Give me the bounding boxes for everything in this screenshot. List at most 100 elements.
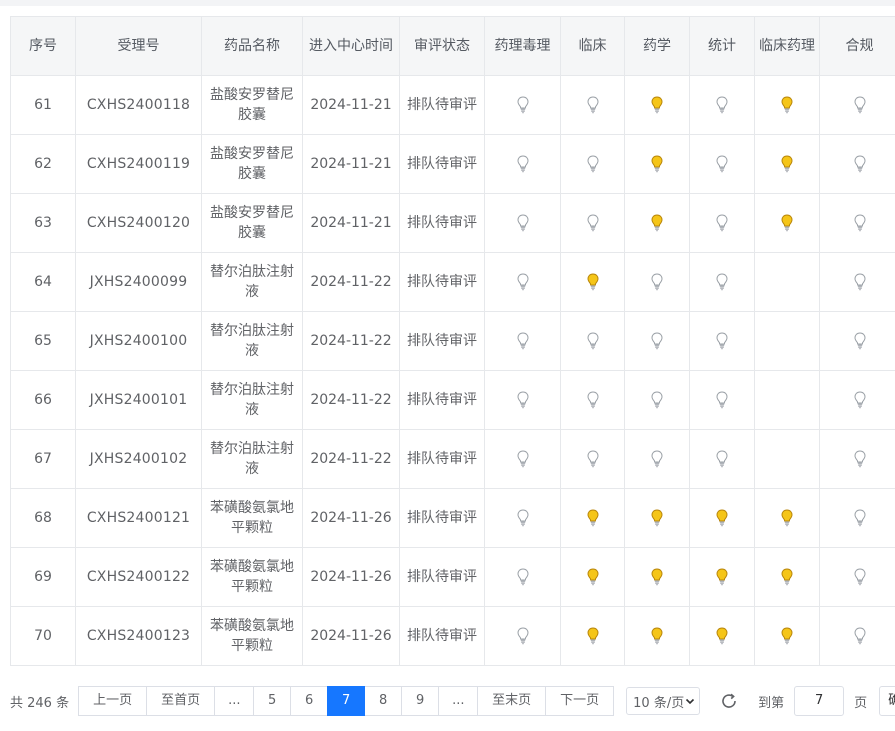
page-unit-label: 页 — [854, 695, 868, 711]
page-button-5[interactable]: 5 — [253, 686, 292, 716]
discipline-status-cell — [624, 429, 690, 489]
page-size-select[interactable]: 10 条/页 — [626, 687, 701, 715]
discipline-status-cell — [754, 252, 820, 312]
table-body: 61 CXHS2400118 盐酸安罗替尼胶囊 2024-11-21 排队待审评 62 CX… — [10, 75, 895, 666]
discipline-status-cell — [560, 134, 625, 194]
lightbulb-off-icon — [853, 214, 866, 232]
discipline-status-cell — [484, 606, 561, 666]
discipline-status-cell — [689, 429, 755, 489]
lightbulb-off-icon — [853, 509, 866, 527]
review-table: 序号 受理号 药品名称 进入中心时间 审评状态 药理毒理 临床 药学 统计 临床药理 合规 61 CX… — [10, 16, 895, 666]
discipline-status-cell — [624, 547, 690, 607]
drug-name-cell: 苯磺酸氨氯地平颗粒 — [201, 547, 303, 607]
lightbulb-off-icon — [716, 273, 728, 291]
prev-page-button[interactable]: 上一页 — [78, 686, 148, 716]
discipline-status-cell — [754, 193, 820, 253]
page-button-9[interactable]: 9 — [401, 686, 440, 716]
table-header-row: 序号 受理号 药品名称 进入中心时间 审评状态 药理毒理 临床 药学 统计 临床药理 合规 — [10, 16, 895, 76]
last-page-button[interactable]: 至末页 — [477, 686, 547, 716]
review-status-cell: 排队待审评 — [399, 488, 485, 548]
goto-page-input[interactable]: 7 — [794, 686, 845, 716]
drug-name-cell: 苯磺酸氨氯地平颗粒 — [201, 606, 303, 666]
review-status-cell: 排队待审评 — [399, 429, 485, 489]
discipline-status-cell — [560, 193, 625, 253]
column-header: 序号 — [10, 16, 76, 76]
first-page-button[interactable]: 至首页 — [146, 686, 216, 716]
entry-date-cell: 2024-11-22 — [302, 252, 400, 312]
discipline-status-cell — [689, 252, 755, 312]
page-button-7[interactable]: 7 — [327, 686, 366, 716]
discipline-status-cell — [819, 370, 895, 430]
lightbulb-off-icon — [516, 273, 529, 291]
discipline-status-cell — [689, 311, 755, 371]
lightbulb-on-icon — [651, 509, 663, 527]
row-number-cell: 61 — [10, 75, 76, 135]
lightbulb-on-icon — [586, 273, 599, 291]
discipline-status-cell — [819, 134, 895, 194]
page-button-8[interactable]: 8 — [364, 686, 403, 716]
lightbulb-off-icon — [516, 627, 529, 645]
discipline-status-cell — [484, 134, 561, 194]
discipline-status-cell — [624, 193, 690, 253]
discipline-status-cell — [484, 547, 561, 607]
discipline-status-cell — [754, 311, 820, 371]
drug-name-cell: 替尔泊肽注射液 — [201, 429, 303, 489]
lightbulb-on-icon — [781, 155, 793, 173]
column-header: 临床药理 — [754, 16, 820, 76]
page-button-6[interactable]: 6 — [290, 686, 329, 716]
lightbulb-on-icon — [586, 568, 599, 586]
discipline-status-cell — [754, 488, 820, 548]
lightbulb-off-icon — [716, 450, 728, 468]
acceptance-number-cell: CXHS2400119 — [75, 134, 202, 194]
review-table-container: 序号 受理号 药品名称 进入中心时间 审评状态 药理毒理 临床 药学 统计 临床药理 合规 61 CX… — [10, 16, 895, 666]
lightbulb-off-icon — [516, 391, 529, 409]
drug-name-cell: 盐酸安罗替尼胶囊 — [201, 134, 303, 194]
discipline-status-cell — [689, 75, 755, 135]
discipline-status-cell — [754, 429, 820, 489]
lightbulb-off-icon — [853, 96, 866, 114]
lightbulb-off-icon — [853, 155, 866, 173]
confirm-button[interactable]: 确定 — [879, 686, 895, 716]
total-count: 共 246 条 — [10, 695, 70, 711]
next-page-button[interactable]: 下一页 — [545, 686, 615, 716]
discipline-status-cell — [819, 311, 895, 371]
lightbulb-off-icon — [651, 391, 663, 409]
lightbulb-off-icon — [651, 332, 663, 350]
table-row: 70 CXHS2400123 苯磺酸氨氯地平颗粒 2024-11-26 排队待审评 — [10, 606, 895, 666]
top-strip — [0, 0, 895, 6]
review-status-cell: 排队待审评 — [399, 370, 485, 430]
entry-date-cell: 2024-11-22 — [302, 311, 400, 371]
lightbulb-off-icon — [853, 450, 866, 468]
lightbulb-on-icon — [586, 627, 599, 645]
discipline-status-cell — [560, 547, 625, 607]
review-status-cell: 排队待审评 — [399, 193, 485, 253]
pages-jump-forward-ellipsis[interactable]: ... — [438, 686, 479, 716]
discipline-status-cell — [819, 429, 895, 489]
discipline-status-cell — [484, 75, 561, 135]
lightbulb-on-icon — [586, 509, 599, 527]
pages-jump-back-ellipsis[interactable]: ... — [214, 686, 255, 716]
drug-name-cell: 替尔泊肽注射液 — [201, 370, 303, 430]
discipline-status-cell — [819, 606, 895, 666]
row-number-cell: 65 — [10, 311, 76, 371]
lightbulb-off-icon — [651, 273, 663, 291]
discipline-status-cell — [484, 193, 561, 253]
discipline-status-cell — [624, 370, 690, 430]
discipline-status-cell — [754, 606, 820, 666]
lightbulb-off-icon — [516, 450, 529, 468]
lightbulb-off-icon — [586, 96, 599, 114]
acceptance-number-cell: JXHS2400101 — [75, 370, 202, 430]
page-numbers: 56789 — [253, 686, 440, 716]
discipline-status-cell — [484, 429, 561, 489]
acceptance-number-cell: CXHS2400120 — [75, 193, 202, 253]
discipline-status-cell — [624, 134, 690, 194]
refresh-icon[interactable] — [720, 692, 738, 710]
table-row: 68 CXHS2400121 苯磺酸氨氯地平颗粒 2024-11-26 排队待审评 — [10, 488, 895, 548]
pagination: 共 246 条 上一页 至首页 ... 56789 ... 至末页 下一页 10… — [10, 686, 895, 716]
discipline-status-cell — [819, 547, 895, 607]
discipline-status-cell — [689, 134, 755, 194]
table-row: 61 CXHS2400118 盐酸安罗替尼胶囊 2024-11-21 排队待审评 — [10, 75, 895, 135]
lightbulb-on-icon — [781, 214, 793, 232]
discipline-status-cell — [484, 252, 561, 312]
entry-date-cell: 2024-11-21 — [302, 75, 400, 135]
